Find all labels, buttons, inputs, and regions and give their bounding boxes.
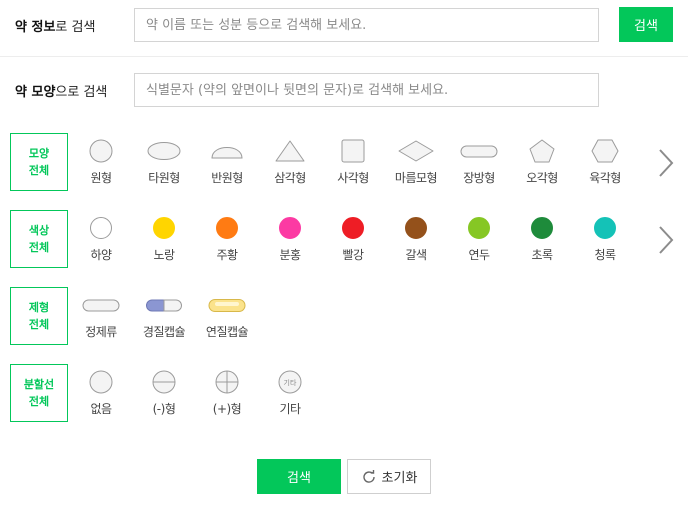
shape-option-pentagon[interactable]: 오각형 [513,138,571,186]
color-option[interactable]: 하양 [72,215,130,263]
pentagon-shape-icon [529,139,555,163]
shape-filter-row: 모양 전체 원형 타원형 반원형 삼각형 사각형 마름모형 장방형 오각형 육각형 [0,133,688,195]
refresh-icon [362,469,375,483]
score-option-other[interactable]: 기타 기타 [261,369,319,417]
color-filter-row: 색상 전체 하양 노랑 주황 분홍 빨강 갈색 연두 초록 청록 [0,210,688,272]
color-swatch-icon [153,217,175,239]
color-option-label: 주황 [216,248,238,262]
color-swatch-icon [531,217,553,239]
color-option[interactable]: 분홍 [261,215,319,263]
oval-shape-icon [147,142,181,160]
shape-option-rectangle[interactable]: 장방형 [450,138,508,186]
form-option-tablet[interactable]: 정제류 [72,292,130,340]
color-option[interactable]: 초록 [513,215,571,263]
color-option-label: 분홍 [279,248,301,262]
soft-capsule-icon [208,299,246,312]
color-all-button[interactable]: 색상 전체 [10,210,68,268]
shape-option-hexagon[interactable]: 육각형 [576,138,634,186]
plus-line-icon [215,370,239,394]
color-option-label: 노랑 [153,248,175,262]
color-option-label: 초록 [531,248,553,262]
color-option[interactable]: 갈색 [387,215,445,263]
color-option-label: 갈색 [405,248,427,262]
hexagon-shape-icon [591,139,619,163]
score-option-minus[interactable]: (-)형 [135,369,193,417]
color-option[interactable]: 청록 [576,215,634,263]
other-icon-text: 기타 [284,378,297,387]
shape-all-button[interactable]: 모양 전체 [10,133,68,191]
mark-search-input[interactable] [134,73,599,107]
score-option-none[interactable]: 없음 [72,369,130,417]
other-line-icon: 기타 [278,370,302,394]
reset-button[interactable]: 초기화 [347,459,431,494]
square-shape-icon [341,139,365,163]
color-swatch-icon [342,217,364,239]
form-option-hard-capsule[interactable]: 경질캡슐 [135,292,193,340]
color-swatch-icon [279,217,301,239]
info-search-row: 약 정보로 검색 검색 [0,0,688,57]
score-filter-row: 분할선 전체 없음 (-)형 (+)형 기타 기타 [0,364,688,426]
rectangle-shape-icon [460,145,498,158]
shape-option-circle[interactable]: 원형 [72,138,130,186]
info-search-input[interactable] [134,8,599,42]
color-option[interactable]: 주황 [198,215,256,263]
score-all-button[interactable]: 분할선 전체 [10,364,68,422]
color-swatch-icon [216,217,238,239]
color-swatch-icon [405,217,427,239]
color-option-label: 청록 [594,248,616,262]
info-search-button[interactable]: 검색 [619,7,673,42]
color-option[interactable]: 노랑 [135,215,193,263]
circle-shape-icon [89,139,113,163]
color-option[interactable]: 연두 [450,215,508,263]
minus-line-icon [152,370,176,394]
shape-next-arrow-icon[interactable] [657,148,675,178]
color-option-label: 하양 [90,248,112,262]
shape-option-semicircle[interactable]: 반원형 [198,138,256,186]
color-swatch-icon [594,217,616,239]
color-swatch-icon [90,217,112,239]
shape-option-square[interactable]: 사각형 [324,138,382,186]
hard-capsule-icon [146,299,182,312]
color-option-label: 연두 [468,248,490,262]
form-all-button[interactable]: 제형 전체 [10,287,68,345]
filter-search-button[interactable]: 검색 [257,459,341,494]
shape-option-oval[interactable]: 타원형 [135,138,193,186]
reset-label: 초기화 [381,471,418,486]
semicircle-shape-icon [211,147,243,159]
shape-option-triangle[interactable]: 삼각형 [261,138,319,186]
color-next-arrow-icon[interactable] [657,225,675,255]
mark-search-label: 약 모양으로 검색 [15,85,108,100]
diamond-shape-icon [398,140,434,162]
color-option[interactable]: 빨강 [324,215,382,263]
triangle-shape-icon [275,140,305,162]
form-option-soft-capsule[interactable]: 연질캡슐 [198,292,256,340]
form-filter-row: 제형 전체 정제류 경질캡슐 연질캡슐 [0,287,688,349]
shape-option-diamond[interactable]: 마름모형 [387,138,445,186]
color-swatch-icon [468,217,490,239]
color-option-label: 빨강 [342,248,364,262]
info-search-label: 약 정보로 검색 [15,20,96,35]
score-option-plus[interactable]: (+)형 [198,369,256,417]
no-line-icon [89,370,113,394]
tablet-icon [82,299,120,312]
